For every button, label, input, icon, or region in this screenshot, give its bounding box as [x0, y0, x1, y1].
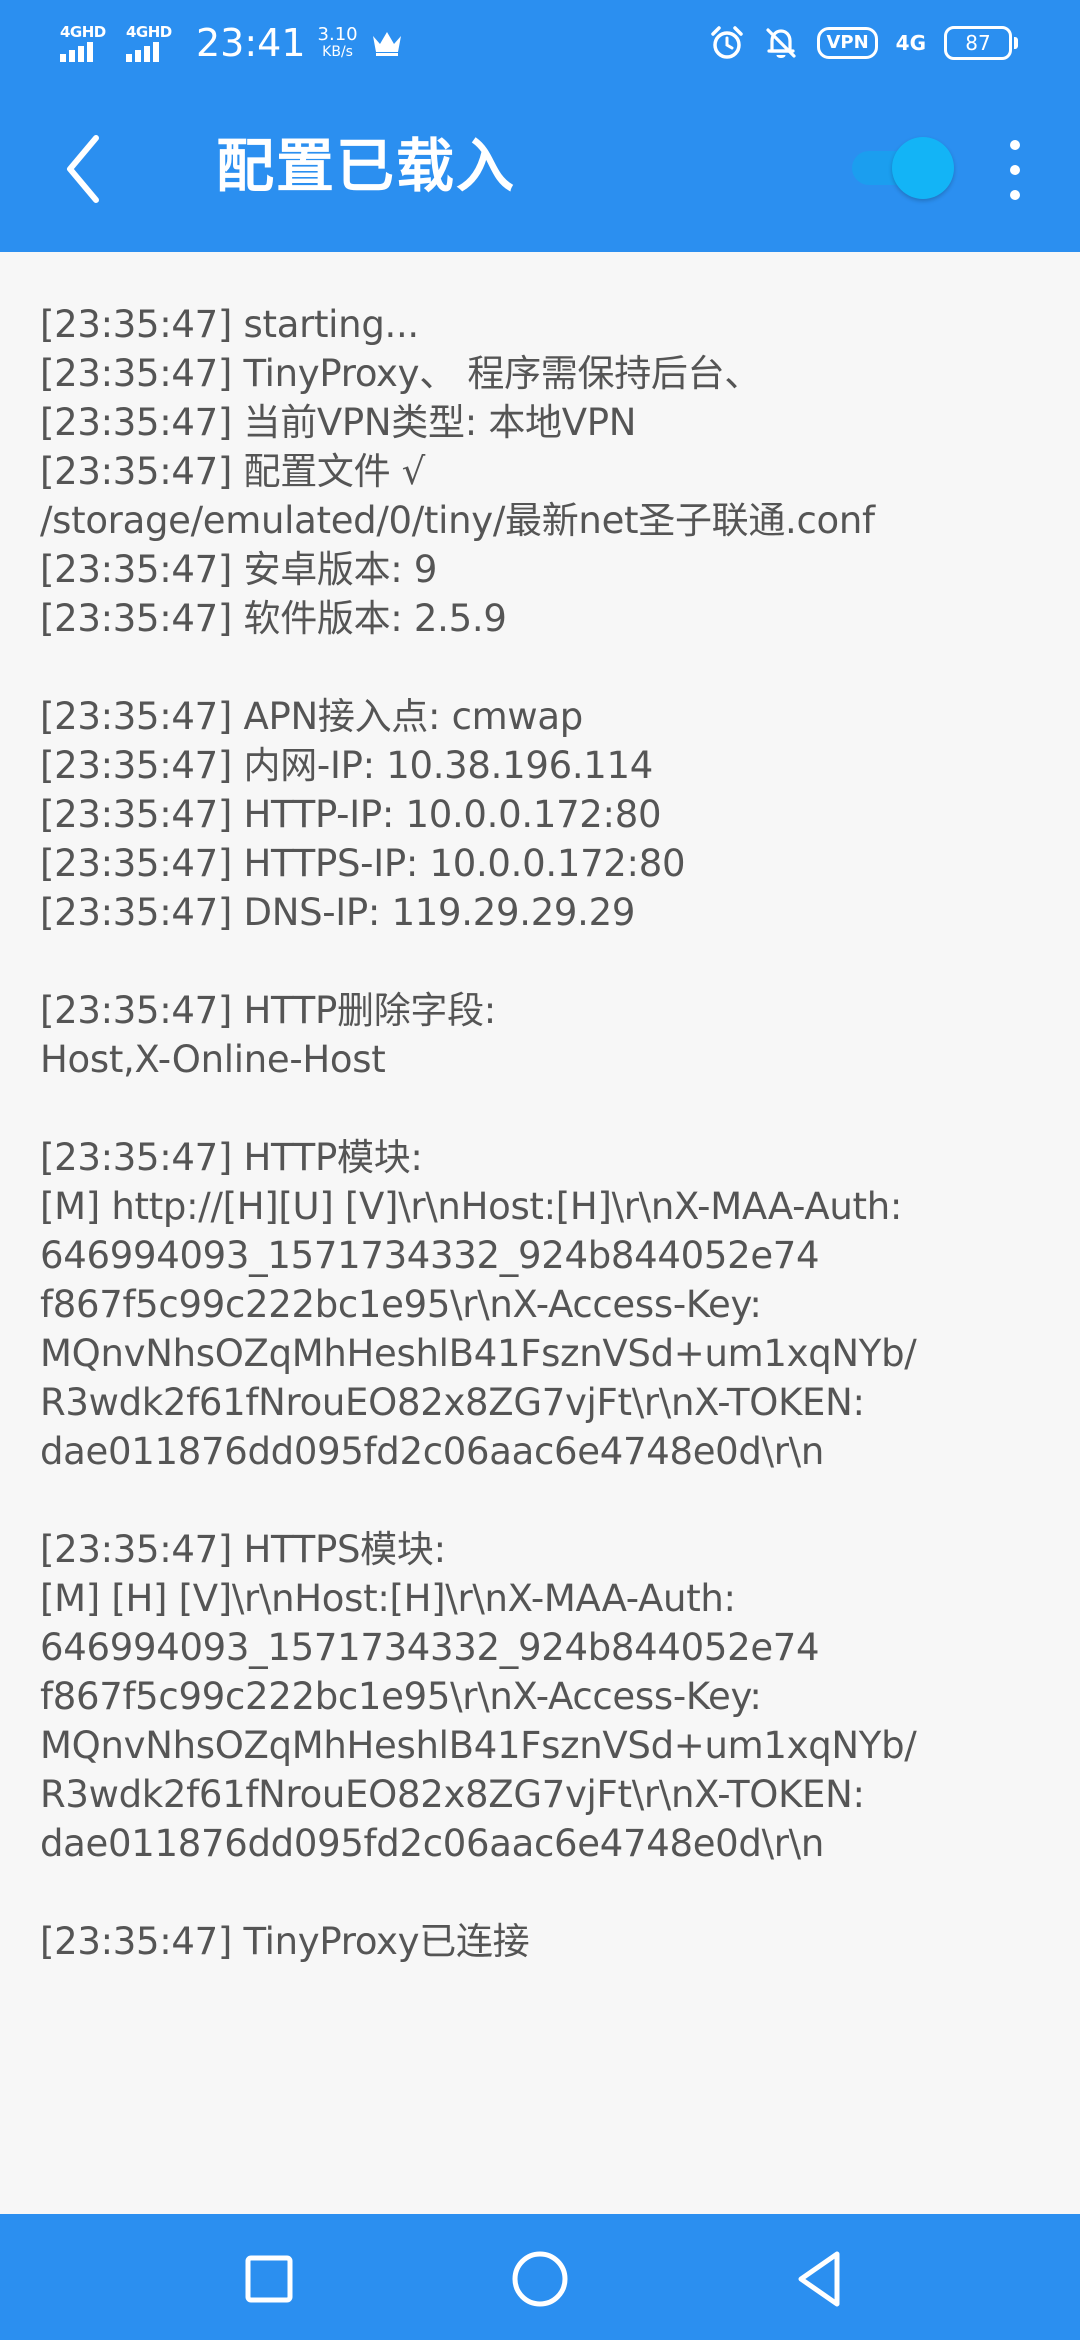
battery-level: 87 [944, 26, 1012, 60]
net-type-label: 4G [895, 31, 926, 55]
log-line: [23:35:47] APN接入点: cmwap [40, 695, 583, 738]
crown-icon [372, 32, 401, 56]
log-line: [23:35:47] HTTPS-IP: 10.0.0.172:80 [40, 842, 686, 885]
log-line: f867f5c99c222bc1e95\r\nX-Access-Key: [40, 1675, 762, 1718]
signal-indicator-2: 4GHD [126, 24, 174, 62]
vpn-toggle-switch[interactable] [852, 137, 954, 199]
network-speed-unit: KB/s [322, 44, 353, 60]
home-button[interactable] [505, 2244, 575, 2314]
log-line: R3wdk2f61fNrouEO82x8ZG7vjFt\r\nX-TOKEN: [40, 1381, 865, 1424]
log-line: f867f5c99c222bc1e95\r\nX-Access-Key: [40, 1283, 762, 1326]
log-blank-line [40, 1084, 1050, 1133]
signal-indicator-1: 4GHD [60, 24, 108, 62]
log-line: [23:35:47] HTTP模块: [40, 1136, 423, 1179]
more-dot-icon [1010, 190, 1020, 200]
page-title: 配置已载入 [216, 132, 517, 200]
log-line: R3wdk2f61fNrouEO82x8ZG7vjFt\r\nX-TOKEN: [40, 1773, 865, 1816]
log-line: /storage/emulated/0/tiny/最新net圣子联通.conf [40, 499, 875, 542]
log-line: 646994093_1571734332_924b844052e74 [40, 1234, 820, 1277]
log-line: [23:35:47] starting... [40, 303, 419, 346]
chevron-left-icon [67, 135, 99, 203]
log-line: Host,X-Online-Host [40, 1038, 386, 1081]
log-blank-line [40, 643, 1050, 692]
more-dot-icon [1010, 165, 1020, 175]
network-speed-value: 3.10 [317, 24, 358, 45]
status-bar-right: VPN 4G 87 [709, 18, 1018, 68]
recents-square-icon [245, 2255, 293, 2303]
network-label-1: 4GHD [60, 23, 106, 41]
signal-bars-icon [126, 42, 159, 62]
system-nav-bar [0, 2214, 1080, 2340]
log-line: [23:35:47] HTTP-IP: 10.0.0.172:80 [40, 793, 662, 836]
network-label-2: 4GHD [126, 23, 172, 41]
alarm-icon [711, 26, 744, 59]
more-dot-icon [1010, 140, 1020, 150]
log-output: [23:35:47] starting... [23:35:47] TinyPro… [40, 300, 1050, 1966]
log-line: [23:35:47] 内网-IP: 10.38.196.114 [40, 744, 653, 787]
recents-button[interactable] [234, 2244, 304, 2314]
log-blank-line [40, 1476, 1050, 1525]
home-circle-icon [512, 2251, 568, 2307]
log-blank-line [40, 937, 1050, 986]
status-time: 23:41 [196, 21, 306, 65]
log-line: [23:35:47] 配置文件 √ [40, 450, 426, 493]
log-line: [23:35:47] TinyProxy、 程序需保持后台、 [40, 352, 762, 395]
app-bar: 配置已载入 [0, 84, 1080, 252]
log-line: MQnvNhsOZqMhHeshlB41FsznVSd+um1xqNYb/ [40, 1724, 917, 1767]
log-line: [23:35:47] 软件版本: 2.5.9 [40, 597, 507, 640]
more-options-button[interactable] [1000, 140, 1030, 200]
log-line: MQnvNhsOZqMhHeshlB41FsznVSd+um1xqNYb/ [40, 1332, 917, 1375]
log-line: [23:35:47] TinyProxy已连接 [40, 1920, 530, 1963]
vpn-badge: VPN [817, 27, 878, 59]
log-line: [23:35:47] HTTPS模块: [40, 1528, 446, 1571]
log-line: [23:35:47] HTTP删除字段: [40, 989, 496, 1032]
nav-back-button[interactable] [785, 2244, 855, 2314]
log-line: [23:35:47] DNS-IP: 119.29.29.29 [40, 891, 636, 934]
log-line: [M] http://[H][U] [V]\r\nHost:[H]\r\nX-M… [40, 1185, 903, 1228]
status-bar-left: 4GHD 4GHD 23:41 3.10 KB/s [60, 16, 404, 70]
log-line: 646994093_1571734332_924b844052e74 [40, 1626, 820, 1669]
bell-off-icon [766, 28, 797, 58]
log-line: [23:35:47] 当前VPN类型: 本地VPN [40, 401, 637, 444]
log-line: dae011876dd095fd2c06aac6e4748e0d\r\n [40, 1822, 824, 1865]
back-triangle-icon [798, 2251, 840, 2307]
toggle-thumb [892, 137, 954, 199]
log-line: [23:35:47] 安卓版本: 9 [40, 548, 438, 591]
status-bar: 4GHD 4GHD 23:41 3.10 KB/s VPN 4G 87 [0, 0, 1080, 84]
log-line: [M] [H] [V]\r\nHost:[H]\r\nX-MAA-Auth: [40, 1577, 736, 1620]
battery-tip [1014, 37, 1018, 49]
battery-icon: 87 [944, 26, 1018, 60]
signal-bars-icon [60, 42, 93, 62]
back-button[interactable] [50, 124, 120, 214]
log-blank-line [40, 1868, 1050, 1917]
network-speed: 3.10 KB/s [317, 24, 358, 61]
log-line: dae011876dd095fd2c06aac6e4748e0d\r\n [40, 1430, 824, 1473]
